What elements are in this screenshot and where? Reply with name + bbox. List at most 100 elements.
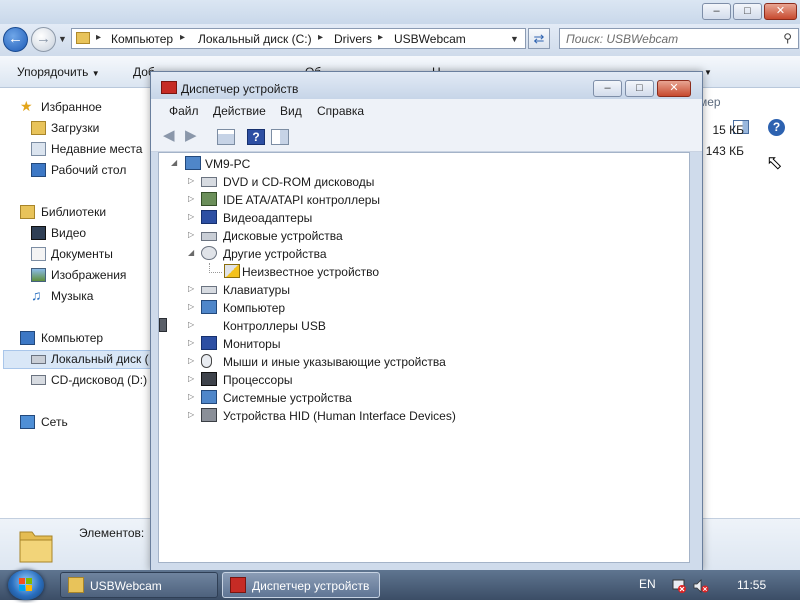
close-button[interactable]: ✕ <box>764 3 797 20</box>
collapsed-triangle-icon[interactable]: ▷ <box>188 320 198 329</box>
address-field[interactable]: ▸ Компьютер ▸ Локальный диск (C:) ▸ Driv… <box>71 28 526 49</box>
windows-logo-icon <box>19 578 32 591</box>
show-hide-console-tree-icon[interactable] <box>217 129 235 145</box>
tree-category-node[interactable]: ▷ Процессоры <box>159 371 679 389</box>
close-button[interactable]: ✕ <box>657 80 691 97</box>
tree-root-node[interactable]: ◢ VM9-PC <box>159 155 679 173</box>
help-icon[interactable]: ? <box>768 119 785 136</box>
nav-downloads[interactable]: Загрузки <box>0 119 152 137</box>
back-button[interactable]: ← <box>3 27 28 52</box>
menu-action[interactable]: Действие <box>213 104 266 118</box>
nav-network[interactable]: Сеть <box>0 413 152 431</box>
nav-favorites[interactable]: ★ Избранное <box>0 98 152 116</box>
nav-video[interactable]: Видео <box>0 224 152 242</box>
search-icon[interactable]: ⚲ <box>783 31 792 45</box>
collapsed-triangle-icon[interactable]: ▷ <box>188 212 198 221</box>
collapsed-triangle-icon[interactable]: ▷ <box>188 302 198 311</box>
expanded-triangle-icon[interactable]: ◢ <box>188 248 198 257</box>
language-indicator[interactable]: EN <box>639 577 656 591</box>
collapsed-triangle-icon[interactable]: ▷ <box>188 338 198 347</box>
breadcrumb-separator-icon[interactable]: ▸ <box>378 32 383 43</box>
breadcrumb-separator-icon[interactable]: ▸ <box>180 32 185 43</box>
tree-leaf-node[interactable]: Неизвестное устройство <box>159 263 679 281</box>
tree-category-node[interactable]: ▷ Контроллеры USB <box>159 317 679 335</box>
action-center-flag-icon[interactable] <box>671 578 687 594</box>
nav-local-disk[interactable]: Локальный диск ( <box>0 350 152 368</box>
refresh-button[interactable]: ⇄ <box>528 28 550 49</box>
nav-label: Недавние места <box>51 142 143 156</box>
collapsed-triangle-icon[interactable]: ▷ <box>188 356 198 365</box>
collapsed-triangle-icon[interactable]: ▷ <box>188 374 198 383</box>
address-dropdown-icon[interactable]: ▼ <box>510 34 519 44</box>
help-icon[interactable]: ? <box>247 129 265 145</box>
collapsed-triangle-icon[interactable]: ▷ <box>188 176 198 185</box>
tree-category-node[interactable]: ▷ Клавиатуры <box>159 281 679 299</box>
item-count-label: Элементов: <box>79 526 145 540</box>
nav-documents[interactable]: Документы <box>0 245 152 263</box>
nav-cd-drive[interactable]: CD-дисковод (D:) <box>0 371 152 389</box>
breadcrumb-separator-icon[interactable]: ▸ <box>96 32 101 43</box>
tree-category-node[interactable]: ▷ DVD и CD-ROM дисководы <box>159 173 679 191</box>
nav-music[interactable]: ♫ Музыка <box>0 287 152 305</box>
search-input[interactable]: Поиск: USBWebcam <box>566 32 678 46</box>
back-arrow-icon[interactable]: ◀ <box>163 128 181 145</box>
taskbar-item-device-manager[interactable]: Диспетчер устройств <box>222 572 380 598</box>
file-size: 15 КБ <box>712 123 744 137</box>
taskbar-item-explorer[interactable]: USBWebcam <box>60 572 218 598</box>
tree-category-node[interactable]: ▷ Системные устройства <box>159 389 679 407</box>
collapsed-triangle-icon[interactable]: ▷ <box>188 284 198 293</box>
expanded-triangle-icon[interactable]: ◢ <box>171 158 181 167</box>
collapsed-triangle-icon[interactable]: ▷ <box>188 194 198 203</box>
computer-icon <box>20 331 35 345</box>
minimize-button[interactable]: – <box>702 3 731 20</box>
device-manager-toolbar: ◀ ▶ ? <box>151 123 702 152</box>
breadcrumb-computer[interactable]: Компьютер <box>111 32 173 46</box>
tree-category-node[interactable]: ▷ Устройства HID (Human Interface Devices… <box>159 407 679 425</box>
monitor-icon <box>201 336 217 350</box>
tree-category-node[interactable]: ▷ Видеоадаптеры <box>159 209 679 227</box>
tree-category-node[interactable]: ▷ IDE ATA/ATAPI контроллеры <box>159 191 679 209</box>
tree-node-label: Мыши и иные указывающие устройства <box>223 355 446 369</box>
volume-muted-icon[interactable] <box>693 578 709 594</box>
pictures-library-icon <box>31 268 46 282</box>
organize-button[interactable]: Упорядочить ▼ <box>17 65 100 79</box>
start-button[interactable] <box>8 570 44 600</box>
menu-file[interactable]: Файл <box>169 104 199 118</box>
menu-view[interactable]: Вид <box>280 104 302 118</box>
tree-category-node[interactable]: ◢ Другие устройства <box>159 245 679 263</box>
maximize-button[interactable]: □ <box>733 3 762 20</box>
collapsed-triangle-icon[interactable]: ▷ <box>188 392 198 401</box>
tree-category-node[interactable]: ▷ Компьютер <box>159 299 679 317</box>
properties-icon[interactable] <box>271 129 289 145</box>
nav-computer[interactable]: Компьютер <box>0 329 152 347</box>
collapsed-triangle-icon[interactable]: ▷ <box>188 410 198 419</box>
nav-pictures[interactable]: Изображения <box>0 266 152 284</box>
maximize-button[interactable]: □ <box>625 80 654 97</box>
forward-button[interactable]: → <box>31 27 56 52</box>
collapsed-triangle-icon[interactable]: ▷ <box>188 230 198 239</box>
nav-label: Документы <box>51 247 113 261</box>
forward-arrow-icon[interactable]: ▶ <box>185 128 203 145</box>
breadcrumb-usbwebcam[interactable]: USBWebcam <box>394 32 466 46</box>
tree-category-node[interactable]: ▷ Дисковые устройства <box>159 227 679 245</box>
search-field[interactable]: Поиск: USBWebcam ⚲ <box>559 28 799 49</box>
breadcrumb-separator-icon[interactable]: ▸ <box>318 32 323 43</box>
breadcrumb-drivers[interactable]: Drivers <box>334 32 372 46</box>
nav-label: Рабочий стол <box>51 163 127 177</box>
nav-libraries[interactable]: Библиотеки <box>0 203 152 221</box>
view-options-chevron-icon[interactable]: ▼ <box>704 68 712 77</box>
forward-arrow-icon: → <box>36 30 51 47</box>
tree-category-node[interactable]: ▷ Мониторы <box>159 335 679 353</box>
nav-recent-places[interactable]: Недавние места <box>0 140 152 158</box>
history-dropdown-icon[interactable]: ▼ <box>58 34 67 44</box>
mouse-pointer-icon: ⬁ <box>766 152 783 174</box>
system-clock[interactable]: 11:55 <box>737 578 766 592</box>
music-library-icon: ♫ <box>31 287 42 303</box>
minimize-button[interactable]: – <box>593 80 622 97</box>
tree-node-label: DVD и CD-ROM дисководы <box>223 175 375 189</box>
nav-desktop[interactable]: Рабочий стол <box>0 161 152 179</box>
menu-help[interactable]: Справка <box>317 104 364 118</box>
tree-category-node[interactable]: ▷ Мыши и иные указывающие устройства <box>159 353 679 371</box>
breadcrumb-local-disk[interactable]: Локальный диск (C:) <box>198 32 312 46</box>
back-arrow-icon: ← <box>8 30 23 47</box>
